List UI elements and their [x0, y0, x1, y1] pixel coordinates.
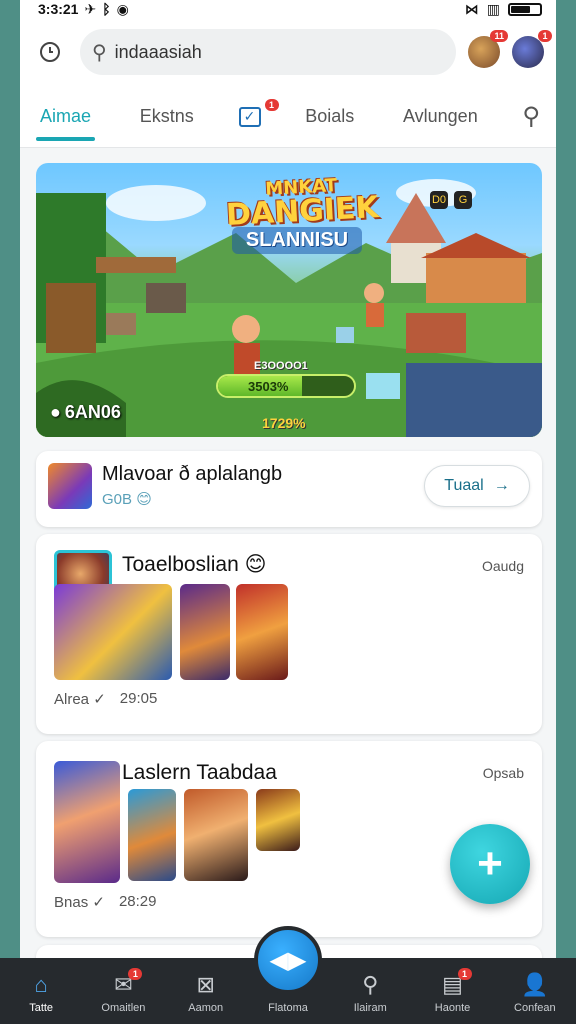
- card-subtitle: G0B 😊: [102, 490, 152, 508]
- meta-label: Alrea ✓: [54, 691, 106, 708]
- game-card[interactable]: [184, 789, 248, 881]
- emoji-icon: 😊: [136, 491, 152, 508]
- hero-icon-b: G: [454, 191, 472, 209]
- tab-tasks[interactable]: ✓ 1: [238, 98, 279, 127]
- signal-icon: ⋈: [464, 0, 479, 17]
- hero-banner[interactable]: MNKAT DANGIEK SLANNISU D0 G E3OOOO1 3503…: [36, 163, 542, 437]
- hero-players: ● 6AN06: [50, 402, 121, 423]
- game-card[interactable]: [256, 789, 300, 851]
- tab-ekstns[interactable]: Ekstns: [136, 96, 198, 137]
- hero-subtitle: SLANNISU: [232, 227, 362, 254]
- collection-card[interactable]: Toaelboslian 😊 Oaudg Alrea ✓ 29:05: [36, 534, 542, 734]
- join-button-label: Tuaal: [444, 477, 484, 494]
- checkbox-icon: ✓: [243, 108, 256, 124]
- home-icon: ⌂: [34, 972, 48, 997]
- nav-label: Tatte: [29, 1002, 54, 1014]
- bluetooth-icon: ᛒ: [102, 1, 111, 17]
- battery-icon: [508, 2, 542, 16]
- nav-home[interactable]: ⌂ Tatte: [6, 972, 76, 1014]
- close-box-icon: ⊠: [196, 972, 215, 997]
- nav-label: Omaitlen: [101, 1002, 146, 1014]
- tab-bar: Aimae Ekstns ✓ 1 Boials Avlungen ⚲: [20, 86, 556, 148]
- app-screen: 3:3:21 ✈ ᛒ ◉ ⋈ ▥ ⚲ indaaasiah 11 1 Aimae…: [20, 0, 556, 1024]
- top-bar: ⚲ indaaasiah 11 1: [20, 18, 556, 86]
- add-fab-button[interactable]: +: [450, 824, 530, 904]
- meta-time: 29:05: [119, 690, 158, 707]
- card-title: Laslern Taabdaa: [122, 761, 277, 784]
- notification-avatar[interactable]: 11: [468, 30, 508, 68]
- card-link[interactable]: Oaudg: [482, 558, 524, 574]
- location-pin-icon: ●: [50, 402, 61, 422]
- meta-time: 28:29: [118, 893, 157, 910]
- game-thumbnail: [48, 463, 92, 509]
- search-text: indaaasiah: [114, 41, 202, 62]
- card-meta: Bnas ✓ 28:29: [54, 893, 157, 911]
- tab-boials[interactable]: Boials: [301, 96, 358, 137]
- hero-players-count: 6AN06: [64, 402, 121, 422]
- history-icon[interactable]: [32, 34, 68, 70]
- nav-label: Ilairam: [353, 1002, 387, 1014]
- nav-games[interactable]: ⊠ Aamon: [171, 972, 241, 1014]
- hero-icon-a: D0: [430, 191, 448, 209]
- profile-icon: 👤: [521, 972, 549, 997]
- nav-label: Aamon: [188, 1002, 224, 1014]
- clock: 3:3:21: [38, 1, 79, 17]
- game-card[interactable]: [54, 584, 172, 680]
- nav-chat[interactable]: ✉ 1 Omaitlen: [88, 968, 158, 1014]
- search-icon: ⚲: [362, 972, 379, 997]
- nav-label: Haonte: [434, 1002, 471, 1014]
- card-link[interactable]: Opsab: [483, 765, 524, 781]
- featured-game-card[interactable]: Mlavoar ð aplalangb G0B 😊 Tuaal →: [36, 451, 542, 527]
- plus-icon: +: [477, 839, 503, 888]
- profile-badge: 1: [538, 30, 552, 42]
- arrow-right-icon: →: [493, 477, 510, 494]
- join-button[interactable]: Tuaal →: [424, 465, 530, 507]
- meta-label-text: Alrea: [54, 691, 90, 708]
- search-input[interactable]: ⚲ indaaasiah: [80, 29, 456, 75]
- game-card[interactable]: [180, 584, 230, 680]
- card-title-text: Toaelboslian: [122, 553, 239, 576]
- game-card[interactable]: [128, 789, 176, 881]
- nav-badge: 1: [457, 968, 472, 980]
- notification-icon: ✈: [84, 0, 97, 17]
- meta-label: Bnas ✓: [54, 894, 105, 911]
- hero-icon-group: D0 G: [430, 191, 472, 209]
- nav-inbox[interactable]: ▤ 1 Haonte: [418, 968, 488, 1014]
- nav-badge: 1: [128, 968, 143, 980]
- search-icon: ⚲: [92, 41, 107, 64]
- game-card[interactable]: [54, 761, 120, 883]
- card-title: Toaelboslian 😊: [122, 552, 267, 577]
- play-icon: ◀▶: [269, 946, 307, 974]
- emoji-icon: 😊: [244, 553, 267, 576]
- tab-avlungen[interactable]: Avlungen: [399, 96, 482, 137]
- tab-search-icon[interactable]: ⚲: [522, 102, 540, 131]
- game-card[interactable]: [236, 584, 288, 680]
- nav-search[interactable]: ⚲ Ilairam: [335, 972, 405, 1014]
- notification-badge: 11: [490, 30, 508, 42]
- status-bar: 3:3:21 ✈ ᛒ ◉ ⋈ ▥: [20, 0, 556, 18]
- game-icon: ◉: [116, 0, 129, 17]
- profile-avatar[interactable]: 1: [512, 30, 552, 68]
- nav-label: Flatoma: [268, 1002, 308, 1014]
- hero-title: MNKAT DANGIEK: [211, 174, 393, 233]
- meta-label-text: Bnas: [54, 894, 89, 911]
- card-meta: Alrea ✓ 29:05: [54, 690, 157, 708]
- card-subtitle-text: G0B: [102, 491, 133, 508]
- tab-aimae[interactable]: Aimae: [36, 96, 96, 141]
- nav-profile[interactable]: 👤 Confean: [500, 972, 570, 1014]
- card-title: Mlavoar ð aplalangb: [102, 463, 283, 485]
- play-button[interactable]: ◀▶: [254, 926, 322, 994]
- hero-percent: 1729%: [262, 415, 306, 431]
- wifi-icon: ▥: [486, 0, 500, 17]
- hero-progress-label: E3OOOO1: [254, 360, 308, 372]
- nav-label: Confean: [514, 1002, 556, 1014]
- hero-progress-bar: 3503%: [216, 374, 356, 398]
- hero-progress-value: 3503%: [248, 379, 289, 394]
- tab-badge: 1: [264, 98, 279, 111]
